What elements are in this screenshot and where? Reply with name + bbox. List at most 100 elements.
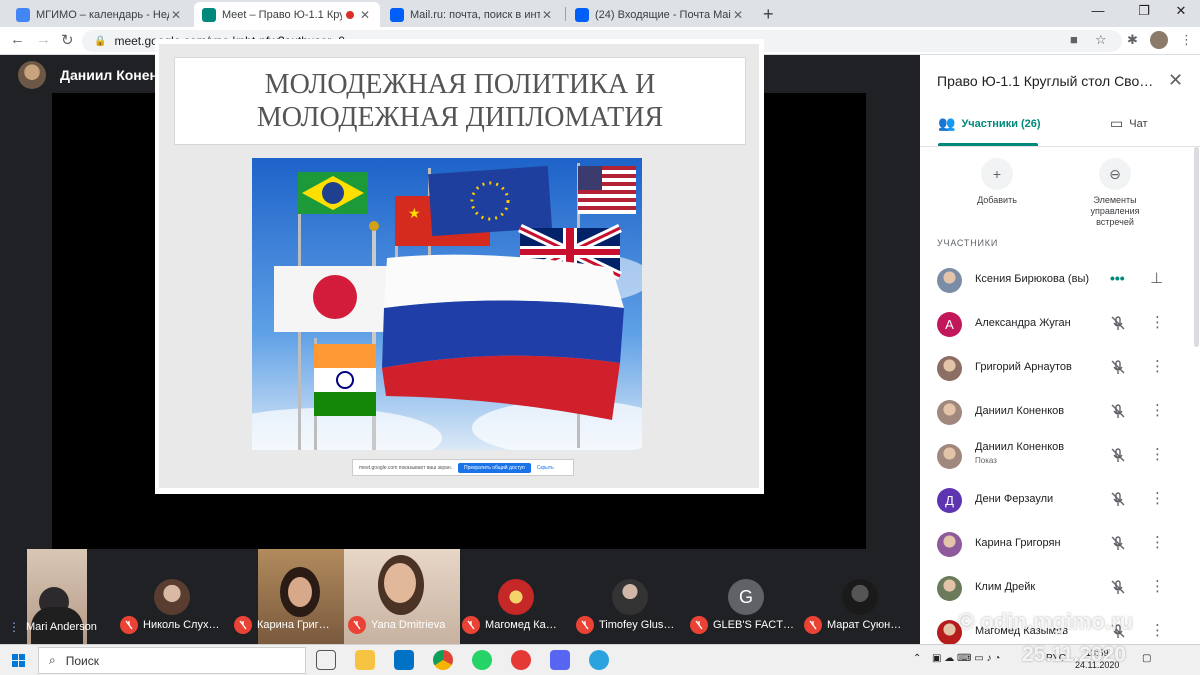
search-icon: ⌕: [49, 653, 56, 667]
participant-tile[interactable]: Timofey Glus…: [570, 549, 684, 644]
tray-icons[interactable]: ▣ ☁ ⌨ ▭ ♪ ◔: [932, 653, 1000, 664]
muted-mic-icon: [348, 616, 366, 634]
participant-name: Марат Суюн…: [804, 616, 912, 634]
tab-participants[interactable]: 👥 Участники (26): [938, 115, 1041, 132]
chrome-icon[interactable]: [433, 650, 453, 670]
more-options-icon[interactable]: ⋮: [1150, 534, 1165, 552]
participant-row[interactable]: Д Дени Ферзаули ⋮: [920, 478, 1200, 522]
tray-chevron-icon[interactable]: ⌃: [913, 653, 921, 664]
participant-tile[interactable]: Yana Dmitrieva: [342, 549, 460, 644]
tab-meet[interactable]: Meet – Право Ю-1.1 Круглый ✕: [194, 2, 380, 27]
back-icon[interactable]: ←: [10, 31, 25, 48]
task-view-icon[interactable]: [316, 650, 336, 670]
tab-title: Mail.ru: почта, поиск в интернете: [410, 8, 540, 21]
participant-row[interactable]: А Александра Жуган ⋮: [920, 302, 1200, 346]
more-options-icon[interactable]: ⋮: [1150, 446, 1165, 464]
participant-name: ⋮ Mari Anderson: [8, 620, 97, 634]
muted-mic-icon[interactable]: [1110, 579, 1126, 595]
yandex-browser-icon[interactable]: [511, 650, 531, 670]
participant-row[interactable]: Карина Григорян ⋮: [920, 522, 1200, 566]
meeting-controls-label: управления: [1090, 206, 1140, 216]
participant-name: Григорий Арнаутов: [975, 361, 1072, 373]
participant-tile[interactable]: Марат Суюн…: [798, 549, 912, 644]
close-tab-icon[interactable]: ✕: [540, 8, 554, 22]
tab-chat[interactable]: ▭ Чат: [1110, 115, 1147, 132]
hide-notification-link[interactable]: Скрыть: [537, 465, 554, 471]
meeting-controls-button[interactable]: ⊖ Элементы управления встречей: [1065, 158, 1165, 228]
menu-kebab-icon[interactable]: ⋮: [1180, 32, 1193, 48]
notifications-icon[interactable]: ▢: [1142, 653, 1151, 664]
participant-avatar: [612, 579, 648, 615]
tab-title: Meet – Право Ю-1.1 Круглый: [222, 8, 342, 21]
mail-app-icon[interactable]: [394, 650, 414, 670]
tab-mailru[interactable]: Mail.ru: почта, поиск в интернете ✕: [382, 2, 562, 27]
muted-mic-icon[interactable]: [1110, 315, 1126, 331]
add-participant-button[interactable]: + Добавить: [947, 158, 1047, 206]
flags-image: ★: [252, 158, 642, 450]
extensions-icon[interactable]: ✱: [1127, 32, 1138, 48]
close-panel-icon[interactable]: ✕: [1168, 70, 1183, 91]
tab-inbox[interactable]: (24) Входящие - Почта Mail.ru ✕: [567, 2, 753, 27]
toggle-icon: ⊖: [1099, 158, 1131, 190]
new-tab-button[interactable]: +: [763, 4, 774, 25]
taskbar-search[interactable]: ⌕ Поиск: [38, 647, 306, 674]
participant-row[interactable]: Клим Дрейк ⋮: [920, 566, 1200, 610]
muted-speaker-icon[interactable]: [1110, 447, 1126, 463]
muted-mic-icon: [462, 616, 480, 634]
camera-icon[interactable]: ■: [1070, 32, 1078, 47]
reload-icon[interactable]: ↻: [61, 31, 74, 49]
participant-avatar: [154, 579, 190, 615]
file-explorer-icon[interactable]: [355, 650, 375, 670]
whatsapp-icon[interactable]: [472, 650, 492, 670]
participant-avatar: А: [937, 312, 962, 337]
muted-mic-icon[interactable]: [1110, 359, 1126, 375]
participant-avatar: [498, 579, 534, 615]
more-options-icon[interactable]: ⋮: [1150, 402, 1165, 420]
close-tab-icon[interactable]: ✕: [169, 8, 183, 22]
close-tab-icon[interactable]: ✕: [358, 8, 372, 22]
more-options-icon[interactable]: ⋮: [1150, 314, 1165, 332]
forward-icon[interactable]: →: [36, 31, 51, 48]
pin-icon[interactable]: ⊥: [1150, 270, 1163, 288]
telegram-icon[interactable]: [589, 650, 609, 670]
muted-mic-icon: [576, 616, 594, 634]
participant-tile[interactable]: Николь Слух…: [114, 549, 228, 644]
meeting-title: Право Ю-1.1 Круглый стол Своб…: [937, 73, 1157, 89]
presenter-avatar: [18, 61, 46, 89]
discord-icon[interactable]: [550, 650, 570, 670]
participant-tile[interactable]: Карина Григ…: [228, 549, 346, 644]
tab-calendar[interactable]: МГИМО – календарь - Неделя ✕: [8, 2, 191, 27]
slide-title-line: МОЛОДЕЖНАЯ ПОЛИТИКА И: [264, 69, 656, 100]
participant-row[interactable]: Даниил Коненков Показ ⋮: [920, 434, 1200, 478]
participant-row[interactable]: Даниил Коненков ⋮: [920, 390, 1200, 434]
more-options-icon[interactable]: ⋮: [1150, 622, 1165, 640]
audio-level-icon: •••: [1110, 270, 1125, 286]
stop-sharing-button[interactable]: Прекратить общий доступ: [458, 462, 531, 473]
minimize-button[interactable]: —: [1075, 3, 1121, 18]
participant-tile[interactable]: G GLEB'S FACT…: [684, 549, 798, 644]
calendar-favicon-icon: [16, 7, 30, 22]
participant-tile[interactable]: Магомед Ка…: [456, 549, 570, 644]
browser-tab-strip: МГИМО – календарь - Неделя ✕ Meet – Прав…: [0, 0, 1200, 27]
mailru-favicon-icon: [390, 7, 404, 22]
tab-title: МГИМО – календарь - Неделя: [36, 8, 169, 21]
more-options-icon[interactable]: ⋮: [1150, 578, 1165, 596]
taskbar-search-placeholder: Поиск: [65, 653, 99, 668]
windows-start-icon[interactable]: [12, 654, 26, 668]
close-window-button[interactable]: ✕: [1158, 3, 1200, 19]
close-tab-icon[interactable]: ✕: [731, 8, 745, 22]
participant-row[interactable]: Григорий Арнаутов ⋮: [920, 346, 1200, 390]
participants-section-header: УЧАСТНИКИ: [937, 238, 999, 248]
muted-mic-icon[interactable]: [1110, 403, 1126, 419]
bookmark-star-icon[interactable]: ☆: [1095, 32, 1107, 48]
muted-mic-icon: [120, 616, 138, 634]
more-options-icon[interactable]: ⋮: [1150, 490, 1165, 508]
profile-avatar[interactable]: [1150, 31, 1168, 49]
participant-tile[interactable]: ⋮ Mari Anderson: [0, 549, 114, 644]
participant-row[interactable]: Ксения Бирюкова (вы) ••• ⊥: [920, 258, 1200, 302]
more-options-icon[interactable]: ⋮: [1150, 358, 1165, 376]
muted-mic-icon[interactable]: [1110, 491, 1126, 507]
participant-name: Даниил Коненков: [975, 405, 1065, 417]
slide-title-line: МОЛОДЕЖНАЯ ДИПЛОМАТИЯ: [256, 102, 664, 133]
muted-mic-icon[interactable]: [1110, 535, 1126, 551]
